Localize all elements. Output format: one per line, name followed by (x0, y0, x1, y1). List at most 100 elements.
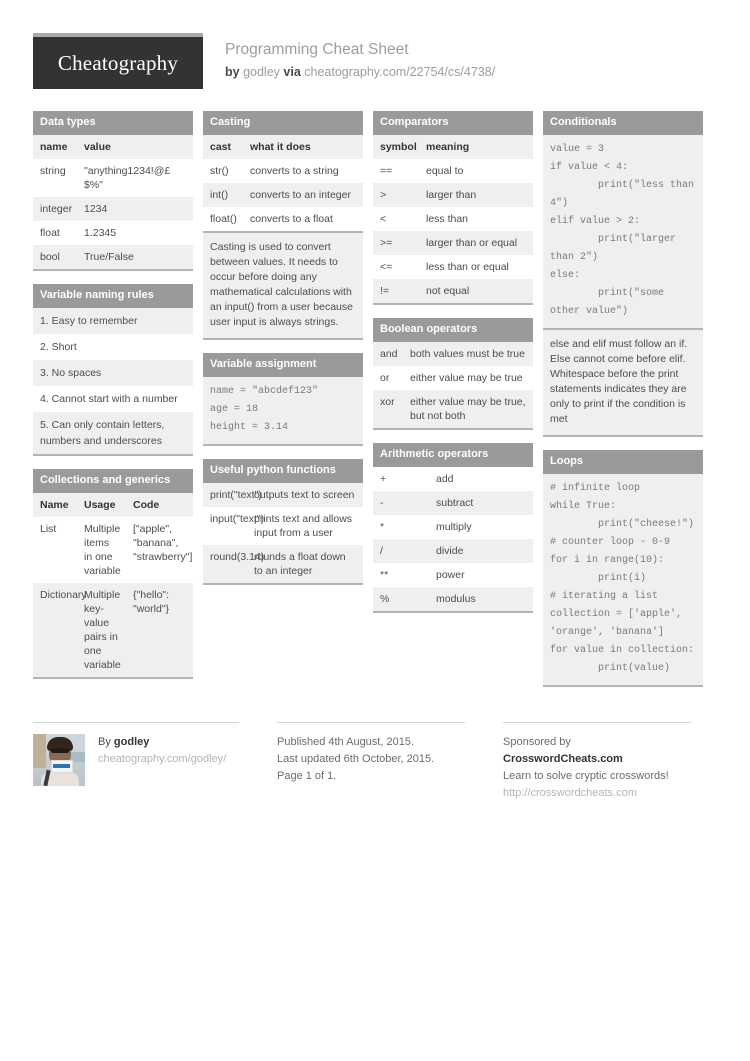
cell-operator: * (380, 521, 385, 533)
card-arithmetic-operators: Arithmetic operators + add - subtract * … (373, 443, 533, 613)
card-loops: Loops # infinite loop while True: print(… (543, 450, 703, 687)
table-header-row: name value (33, 135, 193, 159)
cell-operator: or (380, 372, 390, 384)
table-row: xor either value may be true, but not bo… (373, 390, 533, 428)
table-header-row: symbol meaning (373, 135, 533, 159)
cell-cast: float() (210, 213, 237, 225)
table-row: print("text") outputs text to screen (203, 483, 363, 507)
sponsor-tagline: Learn to solve cryptic crosswords! (503, 770, 669, 782)
column-header-usage: Usage (84, 499, 116, 511)
table-row: int() converts to an integer (203, 183, 363, 207)
table-row: str() converts to a string (203, 159, 363, 183)
divider (33, 722, 239, 723)
title-block: Programming Cheat Sheet by godley via ch… (203, 33, 495, 81)
card-title: Variable naming rules (33, 284, 193, 308)
table-row: / divide (373, 539, 533, 563)
cell-operator: / (380, 545, 383, 557)
column-header-name: Name (40, 499, 69, 511)
table-row: - subtract (373, 491, 533, 515)
cards-columns: Data types name value string "anything12… (33, 111, 717, 700)
logo-text: Cheatography (57, 50, 179, 75)
card-title: Conditionals (543, 111, 703, 135)
cell-symbol: < (380, 213, 387, 225)
sponsor-line: Sponsored by CrosswordCheats.com (503, 734, 691, 768)
card-body: value = 3 if value < 4: print("less than… (543, 135, 703, 330)
byline-source-url[interactable]: cheatography.com/22754/cs/4738/ (304, 65, 495, 79)
column-3: Comparators symbol meaning == equal to >… (373, 111, 542, 700)
sponsor-name[interactable]: CrosswordCheats.com (503, 753, 623, 765)
card-body: cast what it does str() converts to a st… (203, 135, 363, 233)
table-row: round(3.14) rounds a float down to an in… (203, 545, 363, 583)
table-row: float() converts to a float (203, 207, 363, 231)
card-title: Loops (543, 450, 703, 474)
cell-meaning: modulus (436, 593, 476, 605)
column-header-name: name (40, 141, 68, 153)
byline: by godley via cheatography.com/22754/cs/… (225, 63, 495, 81)
cell-description: converts to an integer (250, 189, 351, 201)
table-header-row: Name Usage Code (33, 493, 193, 517)
sponsor-url[interactable]: http://crosswordcheats.com (503, 785, 691, 802)
code-block: value = 3 if value < 4: print("less than… (543, 135, 703, 328)
column-4: Conditionals value = 3 if value < 4: pri… (543, 111, 712, 700)
cell-operator: % (380, 593, 390, 605)
table-row: string "anything1234!@£$%" (33, 159, 193, 197)
cell-function: input("text") (210, 513, 265, 525)
list-item: 1. Easy to remember (33, 308, 193, 334)
divider (503, 722, 691, 723)
cheatsheet-page: Cheatography Programming Cheat Sheet by … (0, 0, 750, 1061)
column-header-what-it-does: what it does (250, 141, 311, 153)
byline-author[interactable]: godley (243, 65, 280, 79)
sponsor-prefix: Sponsored by (503, 736, 571, 748)
card-variable-naming-rules: Variable naming rules 1. Easy to remembe… (33, 284, 193, 456)
cell-symbol: > (380, 189, 387, 201)
cell-function: round(3.14) (210, 551, 265, 563)
list-item: 4. Cannot start with a number (33, 386, 193, 412)
table-row: ** power (373, 563, 533, 587)
card-title: Comparators (373, 111, 533, 135)
table-row: >= larger than or equal (373, 231, 533, 255)
cell-symbol: <= (380, 261, 393, 273)
table-row: integer 1234 (33, 197, 193, 221)
cell-description: converts to a float (250, 213, 333, 225)
cell-name: bool (40, 251, 60, 263)
card-body: symbol meaning == equal to > larger than… (373, 135, 533, 305)
cell-value: 1.2345 (84, 227, 117, 239)
cell-name: float (40, 227, 60, 239)
cell-meaning: less than (426, 213, 469, 225)
column-1: Data types name value string "anything12… (33, 111, 202, 700)
cell-meaning: larger than (426, 189, 477, 201)
table-row: != not equal (373, 279, 533, 303)
footer-author-column: By godley cheatography.com/godley/ (33, 722, 259, 802)
code-block: name = "abcdef123" age = 18 height = 3.1… (203, 377, 363, 444)
table-row: < less than (373, 207, 533, 231)
column-header-cast: cast (210, 141, 232, 153)
card-variable-assignment: Variable assignment name = "abcdef123" a… (203, 353, 363, 446)
page-header: Cheatography Programming Cheat Sheet by … (33, 0, 717, 89)
card-collections-and-generics: Collections and generics Name Usage Code… (33, 469, 193, 679)
card-body: # infinite loop while True: print("chees… (543, 474, 703, 687)
table-row: % modulus (373, 587, 533, 611)
cell-description: prints text and allows input from a user (254, 513, 353, 539)
cell-meaning: equal to (426, 165, 464, 177)
byline-via-label: via (283, 65, 301, 79)
footer-sponsor-column: Sponsored by CrosswordCheats.com Learn t… (485, 722, 711, 802)
cell-meaning: both values must be true (410, 348, 525, 360)
card-body: 1. Easy to remember 2. Short 3. No space… (33, 308, 193, 456)
card-title: Useful python functions (203, 459, 363, 483)
cell-name: Dictionary (40, 589, 87, 601)
table-row: + add (373, 467, 533, 491)
table-row: <= less than or equal (373, 255, 533, 279)
cell-function: print("text") (210, 489, 262, 501)
cell-operator: xor (380, 396, 395, 408)
cell-meaning: either value may be true, but not both (410, 396, 526, 422)
cell-description: outputs text to screen (254, 489, 355, 501)
avatar (33, 734, 85, 786)
author-line: By godley (98, 734, 226, 751)
list-item: 3. No spaces (33, 360, 193, 386)
casting-note: Casting is used to convert between value… (203, 233, 363, 340)
author-profile-link[interactable]: cheatography.com/godley/ (98, 751, 226, 768)
cheatography-logo[interactable]: Cheatography (33, 37, 203, 89)
card-conditionals: Conditionals value = 3 if value < 4: pri… (543, 111, 703, 437)
cell-meaning: subtract (436, 497, 474, 509)
table-row: == equal to (373, 159, 533, 183)
